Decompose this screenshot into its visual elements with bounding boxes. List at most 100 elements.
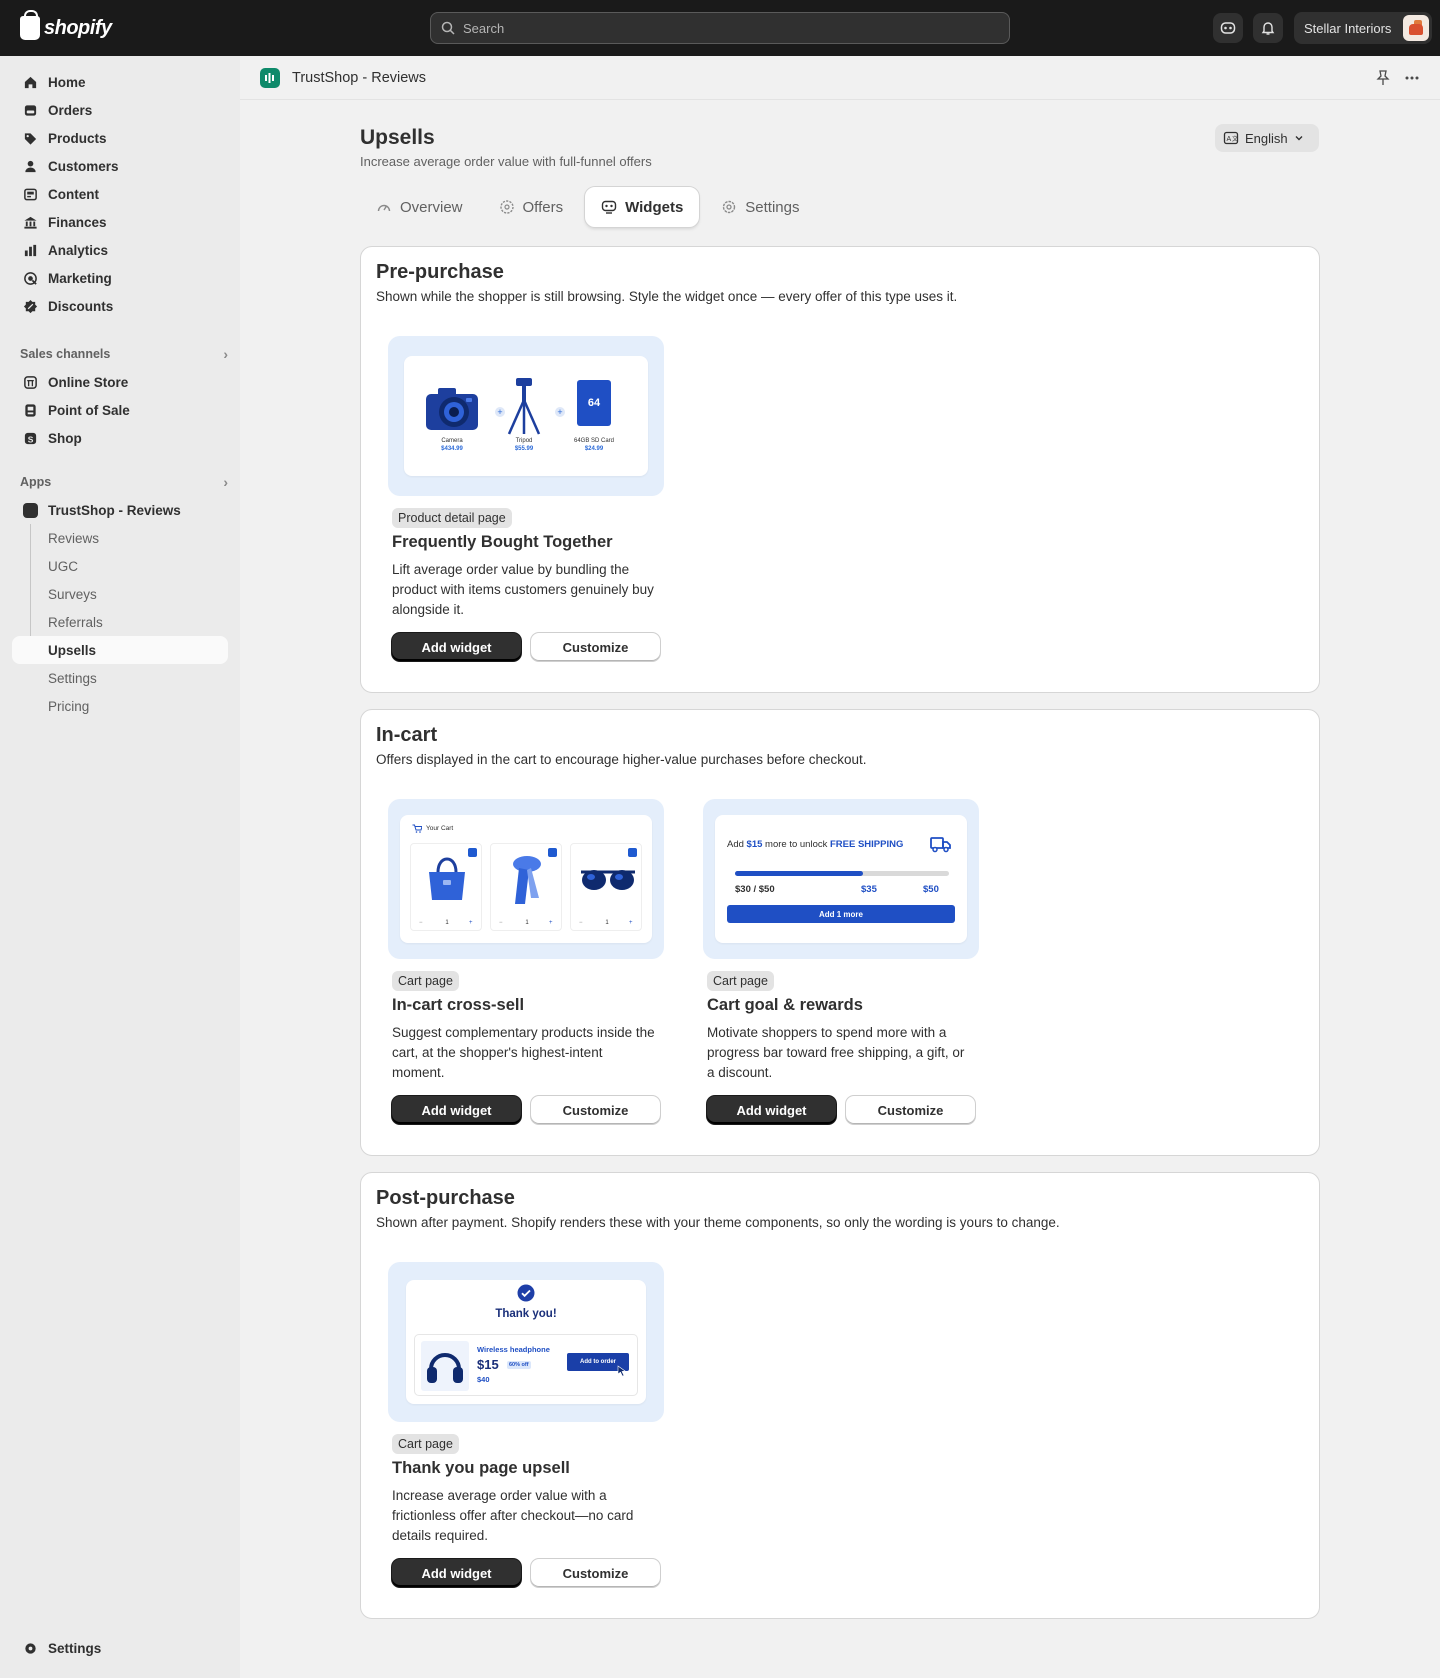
sidebar-item-customers[interactable]: Customers [12, 152, 228, 180]
minus-icon[interactable]: − [499, 920, 503, 926]
language-select[interactable]: A文 English [1215, 124, 1319, 152]
thankyou-preview-card: Thank you! Wireless headphone $15 60% of… [406, 1280, 646, 1404]
sidebar-item-finances[interactable]: Finances [12, 208, 228, 236]
plus-icon[interactable]: + [549, 920, 553, 926]
sidebar-subitem-surveys[interactable]: Surveys [12, 580, 228, 608]
tab-settings[interactable]: Settings [707, 187, 813, 227]
section-description: Shown after payment. Shopify renders the… [376, 1215, 1060, 1230]
sidekick-button[interactable] [1213, 13, 1243, 43]
sidebar-item-discounts[interactable]: Discounts [12, 292, 228, 320]
sidebar-item-orders[interactable]: Orders [12, 96, 228, 124]
tab-widgets[interactable]: Widgets [585, 187, 700, 227]
goal-msg-reward: FREE SHIPPING [830, 839, 904, 850]
cart-preview-card: Your Cart − 1 + − 1 + − 1 + [400, 815, 652, 943]
sd-card-label: 64 [587, 397, 601, 409]
gear-icon [22, 1640, 38, 1656]
sidebar-item-label: Shop [48, 430, 82, 446]
sidebar-subitem-pricing[interactable]: Pricing [12, 692, 228, 720]
search-input[interactable]: Search [430, 12, 1010, 44]
store-menu-button[interactable]: Stellar Interiors [1294, 12, 1432, 44]
sidebar-item-point-of-sale[interactable]: Point of Sale [12, 396, 228, 424]
sales-channels-header[interactable]: Sales channels › [20, 346, 228, 362]
widget-title: Frequently Bought Together [392, 533, 613, 551]
sidebar-item-label: Point of Sale [48, 402, 130, 418]
sidebar-subitem-referrals[interactable]: Referrals [12, 608, 228, 636]
widget-title: Thank you page upsell [392, 1459, 570, 1477]
shopify-logo[interactable]: shopify [20, 10, 112, 40]
minus-icon[interactable]: − [579, 920, 583, 926]
apps-header[interactable]: Apps › [20, 474, 228, 490]
tab-label: Widgets [625, 198, 684, 216]
add-widget-button[interactable]: Add widget [392, 1559, 521, 1587]
sidebar-item-marketing[interactable]: Marketing [12, 264, 228, 292]
page-subtitle: Increase average order value with full-f… [360, 154, 652, 169]
bell-icon [1261, 22, 1275, 35]
sidebar-item-products[interactable]: Products [12, 124, 228, 152]
goal-milestone: $35 [861, 884, 877, 895]
widget-preview: Your Cart − 1 + − 1 + − 1 + [388, 799, 664, 959]
in-cart-section: In-cart Offers displayed in the cart to … [360, 709, 1320, 1156]
section-title: Post-purchase [376, 1187, 515, 1209]
add-widget-button[interactable]: Add widget [392, 1096, 521, 1124]
check-circle-icon [517, 1284, 535, 1302]
widget-description: Motivate shoppers to spend more with a p… [707, 1025, 965, 1080]
sidebar-item-label: Products [48, 130, 107, 146]
post-purchase-section: Post-purchase Shown after payment. Shopi… [360, 1172, 1320, 1619]
plus-icon[interactable]: + [469, 920, 473, 926]
placement-badge: Cart page [392, 1434, 459, 1454]
customize-button[interactable]: Customize [531, 1096, 660, 1124]
tab-offers[interactable]: Offers [485, 187, 578, 227]
tab-overview[interactable]: Overview [362, 187, 477, 227]
cart-icon [412, 824, 422, 833]
trustshop-logo-icon [260, 67, 280, 88]
tripod-icon [507, 378, 541, 435]
sidebar-subitem-upsells[interactable]: Upsells [12, 636, 228, 664]
minus-icon[interactable]: − [419, 920, 423, 926]
pin-icon[interactable] [1376, 70, 1390, 89]
section-description: Offers displayed in the cart to encourag… [376, 752, 867, 767]
cart-header-label: Your Cart [426, 825, 454, 832]
orders-icon [22, 102, 38, 118]
sidebar-item-label: Customers [48, 158, 119, 174]
cart-item-tile: − 1 + [490, 843, 562, 931]
sidebar-item-analytics[interactable]: Analytics [12, 236, 228, 264]
customize-button[interactable]: Customize [531, 1559, 660, 1587]
home-icon [22, 74, 38, 90]
upsell-old-price: $40 [477, 1375, 490, 1384]
plus-icon[interactable]: + [629, 920, 633, 926]
sidebar-item-settings[interactable]: Settings [12, 1634, 228, 1662]
cursor-icon [617, 1365, 626, 1377]
sidebar-item-shop[interactable]: S Shop [12, 424, 228, 452]
add-widget-button[interactable]: Add widget [707, 1096, 836, 1124]
upsell-product-name: Wireless headphone [477, 1345, 550, 1354]
sidebar-item-label: Analytics [48, 242, 109, 258]
sidebar-item-label: Online Store [48, 374, 129, 390]
fbt-preview-card: Camera $434.99 + Tripod $55.99 + 64 64GB… [404, 356, 648, 476]
tabs: Overview Offers Widgets Settings [362, 187, 814, 227]
customize-button[interactable]: Customize [531, 633, 660, 661]
sidebar-item-online-store[interactable]: Online Store [12, 368, 228, 396]
sidebar-subitem-reviews[interactable]: Reviews [12, 524, 228, 552]
fbt-item-name: 64GB SD Card [573, 438, 615, 444]
truck-icon [930, 837, 951, 853]
pre-purchase-section: Pre-purchase Shown while the shopper is … [360, 246, 1320, 693]
svg-text:S: S [27, 434, 33, 444]
customize-button[interactable]: Customize [846, 1096, 975, 1124]
placement-badge: Cart page [707, 971, 774, 991]
add-widget-button[interactable]: Add widget [392, 633, 521, 661]
fbt-item-name: Camera [441, 438, 463, 444]
sidebar-item-trustshop[interactable]: TrustShop - Reviews [12, 496, 228, 524]
sidebar-item-home[interactable]: Home [12, 68, 228, 96]
notifications-button[interactable] [1253, 13, 1283, 43]
goal-progress-fill [735, 871, 864, 876]
sidebar-subitem-settings[interactable]: Settings [12, 664, 228, 692]
sidebar-item-label: Orders [48, 102, 93, 118]
store-name: Stellar Interiors [1304, 20, 1392, 36]
sidebar-subitem-ugc[interactable]: UGC [12, 552, 228, 580]
person-icon [22, 158, 38, 174]
goal-msg-middle: more to unlock [765, 839, 828, 850]
quantity-value: 1 [605, 920, 609, 926]
more-actions-icon[interactable] [1404, 70, 1420, 89]
cart-item-tile: − 1 + [570, 843, 642, 931]
sidebar-item-content[interactable]: Content [12, 180, 228, 208]
